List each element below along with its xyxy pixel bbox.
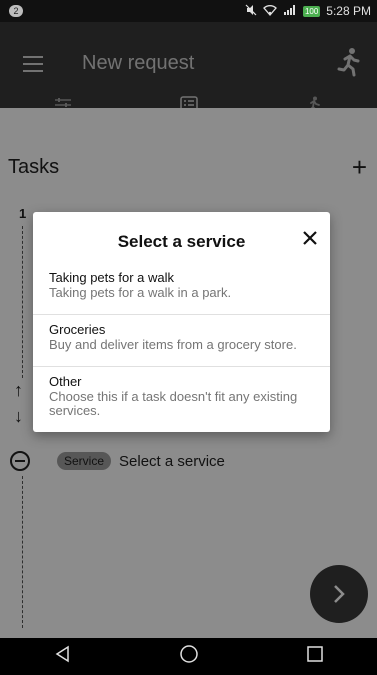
notification-count-badge: 2 (9, 5, 23, 17)
select-service-dialog: Select a service Taking pets for a walk … (33, 212, 330, 432)
service-option-other[interactable]: Other Choose this if a task doesn't fit … (33, 366, 330, 432)
mute-icon (245, 4, 257, 19)
option-name: Other (49, 374, 82, 389)
option-name: Groceries (49, 322, 106, 337)
signal-icon (283, 4, 297, 19)
option-description: Choose this if a task doesn't fit any ex… (49, 389, 298, 418)
option-description: Taking pets for a walk in a park. (49, 285, 232, 300)
status-icons: 100 5:28 PM (245, 4, 371, 19)
back-icon[interactable] (54, 645, 72, 668)
service-option-pets[interactable]: Taking pets for a walk Taking pets for a… (33, 262, 330, 315)
battery-icon: 100 (302, 5, 321, 17)
status-bar: 2 100 5:28 PM (0, 0, 377, 22)
recents-icon[interactable] (306, 645, 324, 668)
close-icon[interactable] (302, 230, 318, 251)
system-nav-bar (0, 638, 377, 675)
wifi-icon (263, 4, 277, 19)
home-icon[interactable] (179, 644, 199, 669)
status-time: 5:28 PM (326, 4, 371, 18)
service-option-groceries[interactable]: Groceries Buy and deliver items from a g… (33, 314, 330, 367)
option-name: Taking pets for a walk (49, 270, 175, 285)
option-description: Buy and deliver items from a grocery sto… (49, 337, 297, 352)
dialog-title: Select a service (117, 232, 246, 251)
